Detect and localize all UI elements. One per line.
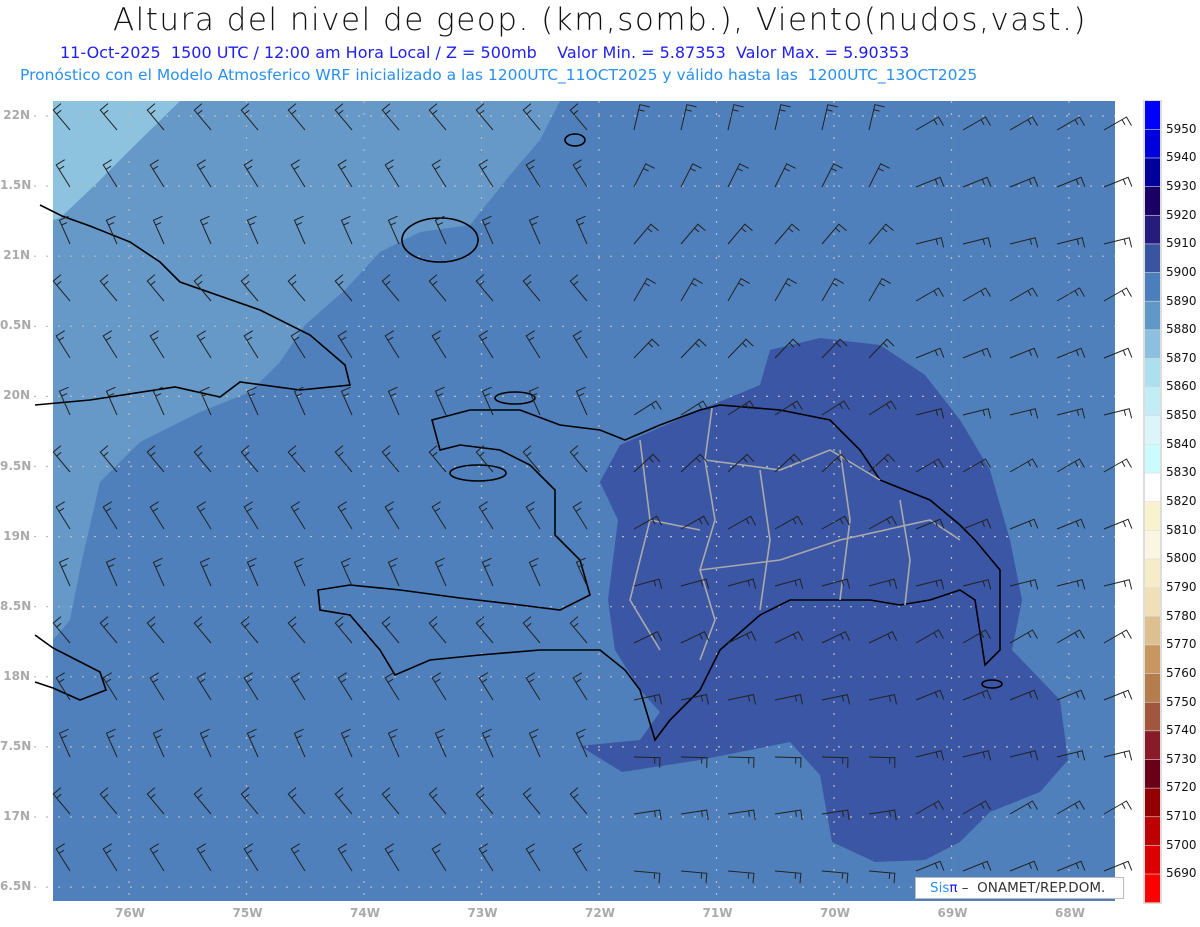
lat-label: 0.5N — [0, 318, 32, 333]
chart-title: Altura del nivel de geop. (km,somb.), Vi… — [112, 2, 1088, 38]
subtitle-model-info: Pronóstico con el Modelo Atmosferico WRF… — [20, 66, 978, 84]
subtitle-datetime: 11-Oct-2025 1500 UTC / 12:00 am Hora Loc… — [60, 43, 910, 62]
colorbar-label: 5720 — [1166, 780, 1197, 795]
colorbar — [1143, 100, 1162, 904]
colorbar-label: 5690 — [1166, 866, 1197, 881]
colorbar-swatch — [1145, 244, 1160, 273]
colorbar-swatch — [1145, 101, 1160, 130]
credit-box: Sisπ – ONAMET/REP.DOM. — [915, 877, 1124, 899]
colorbar-label: 5740 — [1166, 723, 1197, 738]
credit-pi-logo: π — [949, 880, 958, 896]
colorbar-swatch — [1145, 473, 1160, 502]
colorbar-label: 5830 — [1166, 465, 1197, 480]
colorbar-swatch — [1145, 129, 1160, 158]
colorbar-swatch — [1145, 358, 1160, 387]
colorbar-label: 5890 — [1166, 293, 1197, 308]
colorbar-label: 5700 — [1166, 837, 1197, 852]
lat-label: 7.5N — [0, 738, 32, 753]
colorbar-swatch — [1145, 330, 1160, 359]
colorbar-swatch — [1145, 215, 1160, 244]
colorbar-label: 5780 — [1166, 608, 1197, 623]
lon-label: 71W — [702, 906, 733, 920]
lon-label: 74W — [350, 906, 380, 920]
lat-label: 8.5N — [0, 598, 32, 613]
lat-label: 22N — [3, 108, 30, 122]
lat-label: 21N — [3, 248, 30, 263]
colorbar-swatch — [1145, 702, 1160, 731]
lat-label: 17N — [3, 809, 30, 823]
lon-label: 76W — [115, 906, 145, 920]
lat-label: 20N — [3, 388, 30, 403]
lon-label: 69W — [937, 906, 968, 920]
colorbar-label: 5860 — [1166, 379, 1197, 394]
colorbar-swatch — [1145, 444, 1160, 473]
colorbar-swatch — [1145, 759, 1160, 788]
colorbar-label: 5790 — [1166, 579, 1197, 594]
colorbar-label: 5920 — [1166, 207, 1197, 222]
colorbar-label: 5760 — [1166, 665, 1197, 680]
colorbar-label: 5950 — [1166, 121, 1197, 136]
lat-label: 18N — [3, 668, 30, 683]
colorbar-swatch — [1145, 530, 1160, 559]
colorbar-label: 5810 — [1166, 522, 1197, 537]
colorbar-swatch — [1145, 616, 1160, 645]
colorbar-label: 5930 — [1166, 178, 1197, 193]
colorbar-swatch — [1145, 788, 1160, 817]
colorbar-swatch — [1145, 587, 1160, 616]
lat-label: 1.5N — [0, 178, 32, 193]
colorbar-label: 5710 — [1166, 809, 1197, 824]
colorbar-swatch — [1145, 731, 1160, 760]
colorbar-swatch — [1145, 645, 1160, 674]
colorbar-label: 5850 — [1166, 408, 1197, 423]
colorbar-label: 5880 — [1166, 322, 1197, 337]
lat-label: 6.5N — [0, 879, 32, 894]
colorbar-swatch — [1145, 673, 1160, 702]
colorbar-swatch — [1145, 502, 1160, 531]
lat-label: 19N — [3, 528, 30, 543]
colorbar-swatch — [1145, 387, 1160, 416]
map-canvas — [34, 100, 1162, 905]
lon-label: 72W — [585, 906, 615, 920]
colorbar-label: 5840 — [1166, 436, 1197, 451]
colorbar-swatch — [1145, 817, 1160, 846]
colorbar-swatch — [1145, 186, 1160, 215]
colorbar-swatch — [1145, 416, 1160, 445]
colorbar-label: 5820 — [1166, 494, 1197, 508]
lon-label: 75W — [232, 906, 263, 920]
credit-org: – ONAMET/REP.DOM. — [957, 880, 1106, 896]
colorbar-label: 5910 — [1166, 236, 1197, 251]
lon-label: 68W — [1055, 906, 1085, 920]
colorbar-label: 5900 — [1166, 264, 1197, 279]
colorbar-swatch — [1145, 559, 1160, 588]
colorbar-label: 5770 — [1166, 637, 1197, 652]
credit-sis: Sis — [930, 880, 950, 896]
colorbar-label: 5870 — [1166, 350, 1197, 365]
colorbar-swatch — [1145, 301, 1160, 330]
colorbar-label: 5940 — [1166, 150, 1197, 165]
lat-label: 9.5N — [0, 458, 32, 473]
colorbar-swatch — [1145, 845, 1160, 874]
colorbar-label: 5730 — [1166, 751, 1197, 766]
colorbar-swatch — [1145, 272, 1160, 301]
colorbar-swatch — [1145, 874, 1160, 903]
lon-label: 70W — [820, 906, 850, 920]
colorbar-swatch — [1145, 158, 1160, 187]
colorbar-label: 5800 — [1166, 551, 1197, 566]
colorbar-label: 5750 — [1166, 694, 1197, 709]
lon-label: 73W — [467, 906, 498, 920]
